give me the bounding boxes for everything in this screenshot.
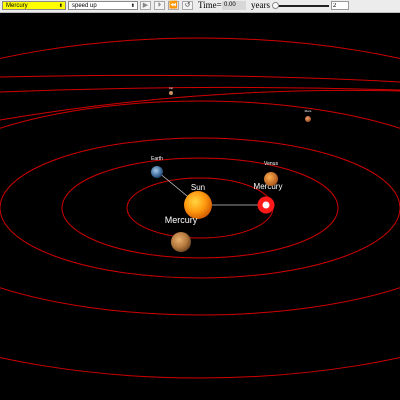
sun-label: Sun	[191, 183, 205, 192]
play-icon: ▶	[142, 2, 149, 9]
speed-slider-track[interactable]	[273, 5, 329, 7]
chevron-down-icon: ⬍	[130, 3, 135, 9]
center-body-select[interactable]: Mercury ⬍	[2, 1, 66, 10]
speed-select[interactable]: speed up ⬍	[68, 1, 138, 10]
rewind-icon: ⏪	[169, 2, 178, 9]
mars-label: Mars	[305, 109, 312, 113]
chevron-down-icon: ⬍	[58, 3, 63, 9]
mars-body[interactable]	[305, 116, 311, 122]
speed-select-value: speed up	[72, 3, 97, 9]
toolbar: Mercury ⬍ speed up ⬍ ▶ ⏵ ⏪ ↺ Time= years	[0, 0, 400, 13]
step-back-button[interactable]: ⏪	[168, 1, 179, 10]
orbit-far-3	[0, 74, 400, 83]
mercury-label: Mercury	[165, 215, 198, 225]
reset-button[interactable]: ↺	[182, 1, 193, 10]
reset-icon: ↺	[184, 2, 191, 9]
far-planet-body[interactable]	[169, 91, 173, 95]
step-forward-button[interactable]: ⏵	[154, 1, 165, 10]
orbit-far-1	[0, 89, 400, 121]
years-label: years	[251, 0, 270, 10]
speed-slider-thumb[interactable]	[272, 2, 279, 9]
venus-body[interactable]	[264, 172, 278, 186]
earth-body[interactable]	[151, 166, 163, 178]
play-button[interactable]: ▶	[140, 1, 151, 10]
step-forward-icon: ⏵	[157, 2, 162, 9]
time-field[interactable]	[222, 1, 246, 10]
solar-system-view[interactable]: Sun Mercury Mercury Venus Earth Mars Jup	[0, 13, 400, 400]
orbit-far-2	[0, 86, 400, 93]
selected-mercury-marker-inner	[262, 201, 270, 209]
venus-label: Venus	[264, 161, 278, 167]
far-planet-label: Jup	[169, 87, 174, 90]
center-body-select-value: Mercury	[6, 3, 28, 9]
speed-value-field[interactable]	[331, 1, 349, 10]
time-label: Time=	[198, 0, 222, 10]
connector-lines	[157, 171, 266, 206]
earth-label: Earth	[151, 156, 163, 162]
mercury-body[interactable]	[171, 232, 191, 252]
